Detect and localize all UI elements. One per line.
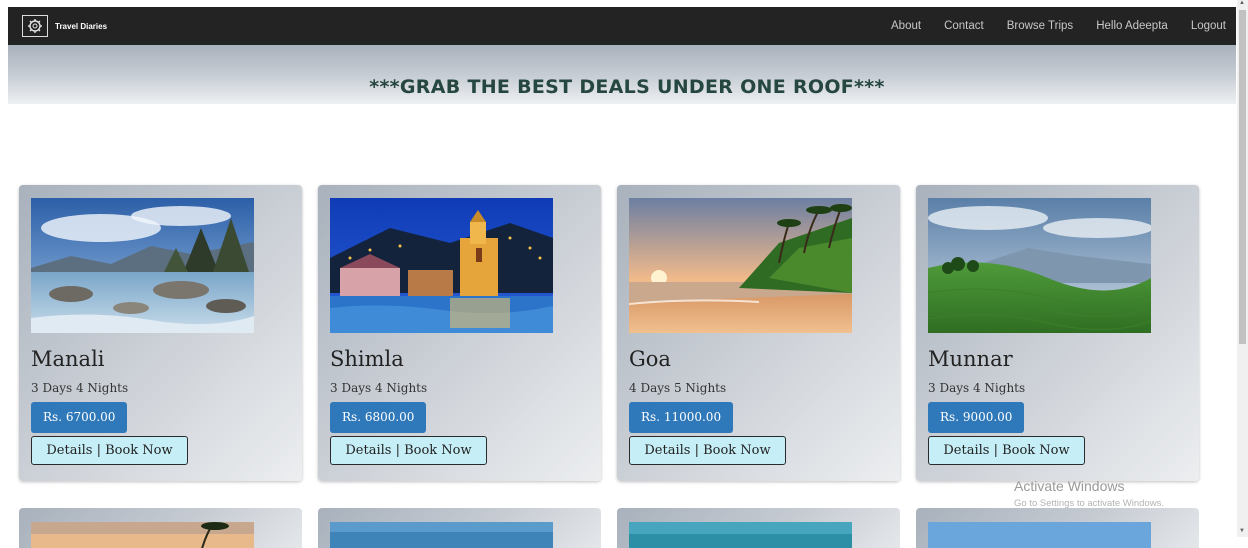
deals-banner: ***GRAB THE BEST DEALS UNDER ONE ROOF*** (8, 45, 1236, 104)
trip-card-row2-2 (318, 508, 601, 548)
windows-activation-title: Activate Windows (1014, 478, 1125, 494)
gear-logo-icon (22, 15, 48, 37)
trip-duration: 3 Days 4 Nights (928, 381, 1026, 395)
trip-card-goa: Goa 4 Days 5 Nights Rs. 11000.00 Details… (617, 185, 900, 481)
trip-duration: 3 Days 4 Nights (330, 381, 428, 395)
scroll-up-arrow-icon[interactable]: ▲ (1239, 0, 1245, 6)
trip-photo-goa (629, 198, 852, 333)
trip-name: Shimla (330, 347, 404, 371)
trip-name: Goa (629, 347, 671, 371)
windows-activation-subtitle: Go to Settings to activate Windows. (1014, 498, 1164, 509)
banner-text: ***GRAB THE BEST DEALS UNDER ONE ROOF*** (369, 75, 885, 98)
nav-logout-link[interactable]: Logout (1191, 20, 1226, 32)
scroll-thumb[interactable] (1239, 10, 1246, 344)
price-button[interactable]: Rs. 6700.00 (31, 402, 128, 433)
trip-duration: 3 Days 4 Nights (31, 381, 129, 395)
trip-card-shimla: Shimla 3 Days 4 Nights Rs. 6800.00 Detai… (318, 185, 601, 481)
brand-name: Travel Diaries (55, 21, 108, 31)
details-book-now-button[interactable]: Details | Book Now (31, 436, 188, 465)
price-button[interactable]: Rs. 11000.00 (629, 402, 734, 433)
nav-links: About Contact Browse Trips Hello Adeepta… (868, 7, 1226, 45)
details-book-now-button[interactable]: Details | Book Now (629, 436, 786, 465)
top-navbar: Travel Diaries About Contact Browse Trip… (8, 7, 1236, 45)
trip-photo-row2-2 (330, 522, 553, 548)
trip-photo-row2-4 (928, 522, 1151, 548)
trip-photo-manali (31, 198, 254, 333)
trip-name: Manali (31, 347, 105, 371)
nav-user-greeting[interactable]: Hello Adeepta (1096, 20, 1168, 32)
trip-card-row2-3 (617, 508, 900, 548)
trip-name: Munnar (928, 347, 1013, 371)
trip-photo-munnar (928, 198, 1151, 333)
details-book-now-button[interactable]: Details | Book Now (330, 436, 487, 465)
scroll-down-arrow-icon[interactable]: ▼ (1239, 528, 1245, 534)
trip-card-row2-1 (19, 508, 302, 548)
trip-photo-row2-3 (629, 522, 852, 548)
trip-card-munnar: Munnar 3 Days 4 Nights Rs. 9000.00 Detai… (916, 185, 1199, 481)
brand[interactable]: Travel Diaries (22, 14, 107, 38)
trip-photo-row2-1 (31, 522, 254, 548)
details-book-now-button[interactable]: Details | Book Now (928, 436, 1085, 465)
nav-browse-trips-link[interactable]: Browse Trips (1007, 20, 1073, 32)
nav-contact-link[interactable]: Contact (944, 20, 984, 32)
trip-photo-shimla (330, 198, 553, 333)
price-button[interactable]: Rs. 6800.00 (330, 402, 427, 433)
price-button[interactable]: Rs. 9000.00 (928, 402, 1025, 433)
trip-duration: 4 Days 5 Nights (629, 381, 727, 395)
page-scrollbar[interactable]: ▲ ▼ (1237, 0, 1248, 537)
trip-card-manali: Manali 3 Days 4 Nights Rs. 6700.00 Detai… (19, 185, 302, 481)
nav-about-link[interactable]: About (891, 20, 921, 32)
trip-card-row2-4 (916, 508, 1199, 548)
